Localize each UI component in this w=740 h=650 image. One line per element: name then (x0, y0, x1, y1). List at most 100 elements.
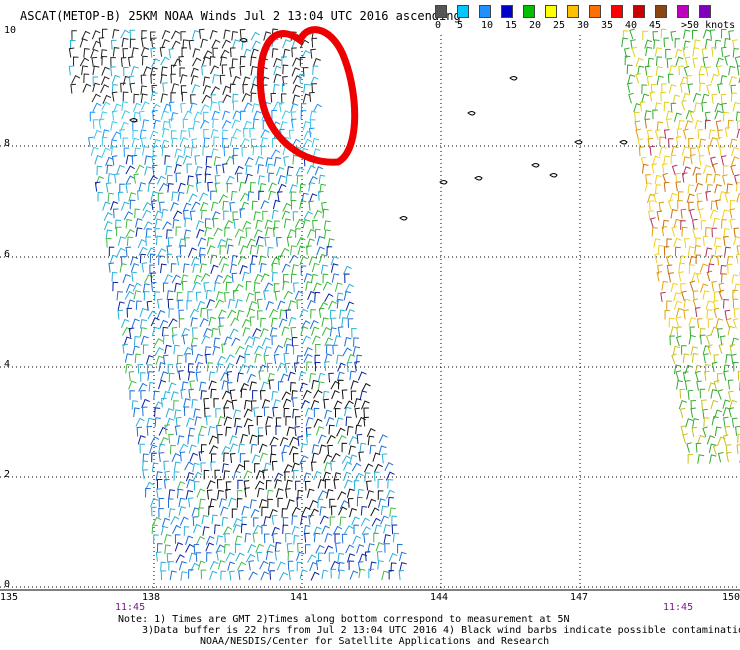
wind-barb (705, 66, 711, 77)
wind-barb (294, 218, 305, 228)
wind-barb (675, 335, 682, 347)
wind-barb (284, 471, 290, 481)
wind-barb (311, 379, 319, 390)
wind-barb (678, 262, 685, 273)
wind-barb (221, 516, 229, 527)
wind-barb (733, 227, 739, 238)
wind-barb (167, 183, 174, 193)
wind-barb (679, 388, 686, 399)
wind-barb (343, 461, 353, 471)
wind-barb (82, 83, 92, 93)
wind-barb (356, 496, 363, 507)
wind-barb (181, 91, 188, 102)
wind-barb (688, 334, 696, 345)
wind-barb (213, 136, 220, 147)
wind-barb (330, 263, 339, 273)
wind-barb (132, 120, 138, 131)
wind-barb (188, 193, 198, 203)
wind-barb (158, 507, 164, 518)
wind-barb (312, 103, 323, 113)
wind-barb (731, 274, 739, 284)
wind-barb (729, 199, 736, 210)
wind-barb (141, 398, 150, 408)
wind-barb (281, 508, 288, 518)
wind-barb (697, 129, 704, 139)
wind-barb (140, 85, 147, 95)
wind-barb (317, 381, 325, 391)
wind-barb (360, 517, 370, 527)
wind-barb (324, 361, 330, 372)
lat-lon-grid (0, 35, 740, 591)
wind-barb (187, 434, 194, 445)
wind-barb (697, 434, 706, 445)
wind-barb (655, 66, 663, 76)
wind-barb (213, 282, 221, 292)
wind-barb (705, 227, 711, 237)
wind-barb (263, 346, 272, 356)
wind-barb (721, 219, 727, 229)
wind-barb (299, 308, 309, 318)
wind-barb (229, 67, 235, 78)
wind-barb (291, 67, 300, 77)
wind-barb (205, 155, 212, 166)
wind-barb (325, 416, 335, 427)
wind-barb (195, 291, 202, 302)
wind-barb (341, 533, 348, 544)
wind-barb (158, 182, 169, 192)
wind-barb (384, 543, 390, 553)
wind-barb (290, 245, 297, 255)
wind-barb (205, 353, 211, 364)
wind-barb (173, 344, 180, 355)
wind-barb (704, 364, 711, 374)
wind-barb (679, 407, 686, 419)
legend-label: 25 (553, 20, 566, 31)
wind-barb (218, 256, 228, 266)
wind-barb (318, 174, 326, 185)
wind-barb (668, 272, 674, 283)
wind-barb (293, 282, 299, 293)
wind-barb (290, 199, 297, 210)
wind-barb (313, 209, 323, 219)
wind-barb (178, 506, 187, 516)
wind-barb (704, 119, 711, 130)
wind-barb (707, 344, 713, 355)
wind-barb (692, 298, 699, 309)
wind-barb (287, 560, 294, 571)
wind-barb (667, 138, 674, 148)
wind-barb (314, 291, 321, 302)
wind-barb (733, 236, 740, 246)
wind-barb (162, 390, 171, 401)
wind-barb (146, 300, 153, 311)
wind-barb (308, 127, 315, 138)
wind-barb (682, 156, 690, 166)
wind-barb (199, 201, 209, 212)
wind-barb (311, 137, 320, 148)
wind-barb (227, 309, 237, 319)
wind-barb (729, 344, 736, 355)
wind-barb (231, 399, 238, 410)
wind-barb (277, 174, 286, 185)
island-outline (509, 76, 518, 81)
wind-barb (337, 326, 344, 337)
wind-barb (170, 516, 180, 525)
wind-barb (91, 93, 101, 103)
wind-barb (260, 137, 268, 147)
wind-barb (191, 398, 198, 409)
wind-barb (101, 66, 110, 76)
wind-barb (188, 39, 195, 50)
wind-barb (207, 425, 216, 436)
wind-barb (229, 263, 238, 274)
wind-barb (336, 354, 343, 365)
wind-barb (256, 415, 263, 426)
wind-barb (642, 30, 648, 41)
wind-barb (329, 498, 335, 509)
wind-barb (343, 479, 353, 489)
wind-barb (122, 48, 129, 58)
wind-barb (295, 480, 301, 491)
wind-barb (373, 463, 383, 473)
island-outline (549, 173, 558, 178)
legend-swatch (677, 5, 689, 18)
wind-barb (678, 271, 684, 282)
wind-barb (212, 47, 218, 58)
wind-barb (255, 156, 264, 166)
